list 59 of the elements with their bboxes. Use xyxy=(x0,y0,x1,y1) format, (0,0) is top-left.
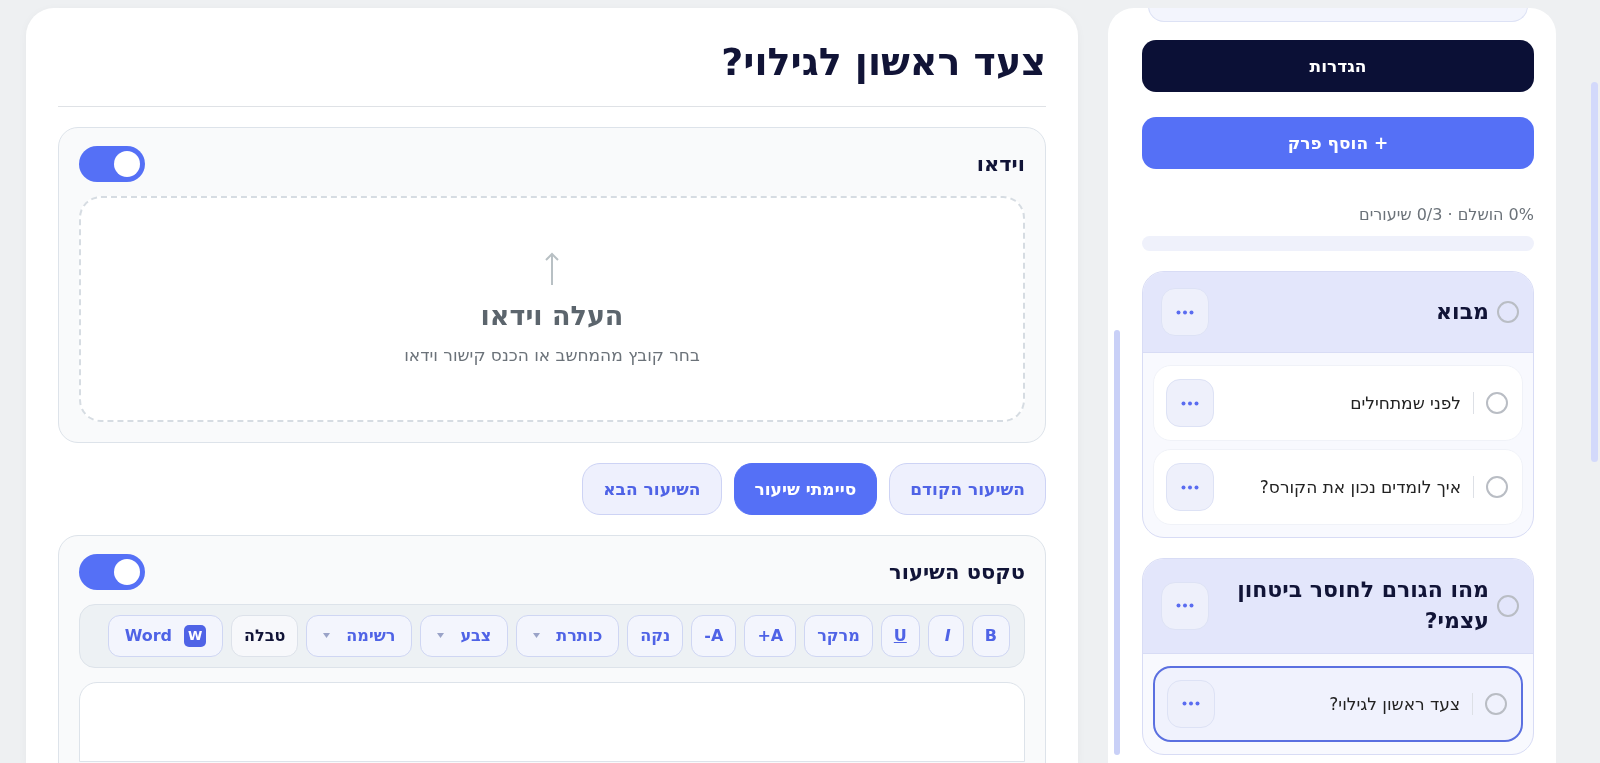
chapter-title: מהו הגורם לחוסר ביטחון עצמי? xyxy=(1236,576,1489,635)
lesson-item[interactable]: איך לומדים נכון את הקורס? xyxy=(1153,449,1523,525)
toggle-switch[interactable] xyxy=(79,145,145,182)
toolbar-button[interactable]: I xyxy=(927,614,964,657)
toolbar-dropdown[interactable]: רשימה xyxy=(306,614,413,657)
more-button[interactable] xyxy=(1166,379,1214,427)
toolbar-button[interactable]: מרקר xyxy=(804,614,873,657)
word-import-button[interactable]: Word W xyxy=(107,614,224,657)
status-circle[interactable] xyxy=(1485,692,1507,715)
section-label: וידאו xyxy=(976,151,1025,176)
more-button[interactable] xyxy=(1161,581,1209,630)
more-button[interactable] xyxy=(1161,288,1209,336)
lesson-title: איך לומדים נכון את הקורס? xyxy=(1258,477,1461,497)
settings-button[interactable]: הגדרות xyxy=(1142,40,1534,92)
more-icon xyxy=(1181,400,1199,406)
upload-arrow-icon xyxy=(544,252,560,287)
lesson-item[interactable]: לפני שמתחילים xyxy=(1153,365,1523,441)
toolbar-button[interactable]: A- xyxy=(691,614,737,657)
toggle-switch[interactable] xyxy=(79,553,145,590)
chapter-header[interactable]: מהו הגורם לחוסר ביטחון עצמי? xyxy=(1143,559,1533,654)
status-circle[interactable] xyxy=(1497,594,1519,617)
toolbar-dropdown[interactable]: צבע xyxy=(420,614,509,657)
upload-hint: בחר קובץ מהמחשב או הכנס קישור וידאו xyxy=(404,345,700,366)
more-icon xyxy=(1182,701,1200,707)
lesson-title: לפני שמתחילים xyxy=(1349,393,1461,413)
lesson-title: צעד ראשון לגילוי? xyxy=(58,30,1046,107)
caret-icon xyxy=(323,633,331,639)
upload-dropzone[interactable]: העלה וידאו בחר קובץ מהמחשב או הכנס קישור וידאו xyxy=(79,195,1025,422)
more-button[interactable] xyxy=(1166,463,1214,511)
chapter-title: מבוא xyxy=(1435,297,1489,326)
lesson-nav-button[interactable]: השיעור הקודם xyxy=(889,462,1046,515)
caret-icon xyxy=(437,633,445,639)
scrollbar-thumb[interactable] xyxy=(1591,82,1598,462)
section-label: טקסט השיעור xyxy=(889,559,1025,584)
add-chapter-button[interactable]: + הוסף פרק xyxy=(1142,117,1534,169)
toolbar-button[interactable]: טבלה xyxy=(231,614,299,657)
text-editor-field[interactable] xyxy=(79,681,1025,762)
toolbar-button[interactable]: A+ xyxy=(744,614,797,657)
caret-icon xyxy=(533,633,541,639)
status-circle[interactable] xyxy=(1486,392,1508,414)
word-icon: W xyxy=(184,624,207,647)
toolbar-button[interactable]: נקה xyxy=(627,614,684,657)
lesson-nav-button[interactable]: השיעור הבא xyxy=(582,462,722,515)
chapter-header[interactable]: מבוא xyxy=(1143,272,1533,353)
status-circle[interactable] xyxy=(1486,476,1508,498)
upload-title: העלה וידאו xyxy=(480,300,624,332)
more-icon xyxy=(1176,309,1194,315)
progress-text: 0% הושלם · 0/3 שיעורים xyxy=(1358,205,1534,224)
lesson-nav-button[interactable]: סיימתי שיעור xyxy=(733,462,878,515)
toolbar-dropdown[interactable]: כותרת xyxy=(516,614,620,657)
more-button[interactable] xyxy=(1167,679,1215,728)
scrollbar-thumb[interactable] xyxy=(1114,330,1120,755)
more-icon xyxy=(1176,603,1194,609)
lesson-item[interactable]: צעד ראשון לגילוי? xyxy=(1153,665,1523,742)
more-icon xyxy=(1181,484,1199,490)
toolbar-button[interactable]: B xyxy=(971,614,1010,657)
lesson-title: צעד ראשון לגילוי? xyxy=(1328,693,1460,714)
toolbar-button[interactable]: U xyxy=(880,614,920,657)
status-circle[interactable] xyxy=(1497,301,1519,323)
